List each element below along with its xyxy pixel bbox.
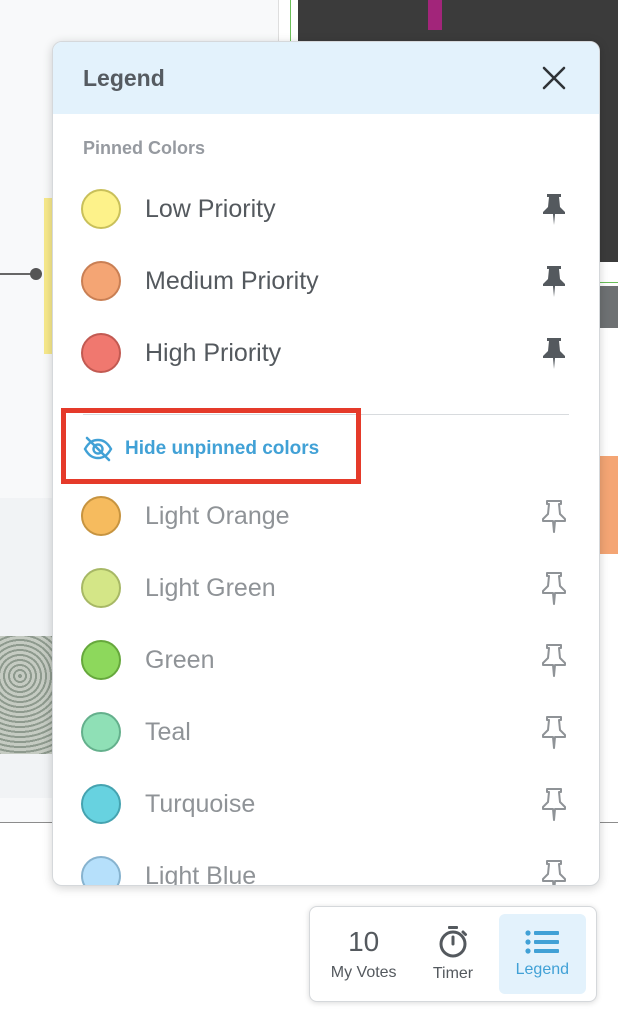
canvas-image-fragment [0, 636, 52, 754]
pin-outline-icon [542, 860, 566, 885]
legend-header: Legend [53, 42, 599, 114]
eye-slash-icon [83, 436, 113, 462]
timer-label: Timer [432, 965, 474, 982]
color-label: Medium Priority [145, 266, 319, 295]
pinned-colors-label: Pinned Colors [83, 138, 206, 158]
list-icon [525, 930, 560, 954]
color-swatch [81, 333, 121, 373]
color-swatch [81, 640, 121, 680]
pin-button[interactable] [537, 189, 571, 229]
color-label: Low Priority [145, 194, 276, 223]
color-swatch [81, 568, 121, 608]
color-label: Light Blue [145, 861, 257, 886]
canvas-connector-dot [30, 268, 42, 280]
legend-row-teal[interactable]: Teal [81, 708, 571, 756]
pin-outline-icon [542, 500, 566, 533]
pin-filled-icon [543, 338, 565, 369]
hide-unpinned-toggle[interactable]: Hide unpinned colors [83, 432, 319, 466]
legend-row-light-blue[interactable]: Light Blue [81, 852, 571, 886]
legend-row-light-orange[interactable]: Light Orange [81, 492, 571, 540]
bottom-toolbar: 10 My Votes Timer Legend [309, 906, 597, 1002]
pin-button[interactable] [537, 333, 571, 373]
legend-panel: Legend Pinned Colors Low Priority Medium… [52, 41, 600, 886]
votes-count: 10 [348, 926, 380, 957]
color-label: Green [145, 645, 215, 674]
my-votes-button[interactable]: 10 My Votes [320, 914, 407, 994]
legend-label: Legend [515, 961, 570, 978]
pin-button[interactable] [537, 261, 571, 301]
pin-outline-icon [542, 788, 566, 821]
pin-button[interactable] [537, 784, 571, 824]
close-icon [542, 66, 566, 90]
legend-button[interactable]: Legend [498, 914, 586, 994]
legend-row-green[interactable]: Green [81, 636, 571, 684]
color-label: Light Orange [145, 501, 290, 530]
color-swatch [81, 496, 121, 536]
legend-row-light-green[interactable]: Light Green [81, 564, 571, 612]
my-votes-label: My Votes [330, 964, 397, 981]
close-button[interactable] [539, 63, 569, 93]
section-divider [83, 414, 569, 415]
color-swatch [81, 856, 121, 885]
legend-row-medium-priority[interactable]: Medium Priority [81, 257, 571, 305]
color-label: Turquoise [145, 789, 256, 818]
pin-outline-icon [542, 572, 566, 605]
pin-button[interactable] [537, 712, 571, 752]
legend-row-high-priority[interactable]: High Priority [81, 329, 571, 377]
color-swatch [81, 712, 121, 752]
pin-button[interactable] [537, 568, 571, 608]
legend-row-turquoise[interactable]: Turquoise [81, 780, 571, 828]
color-swatch [81, 189, 121, 229]
pin-outline-icon [542, 716, 566, 749]
pin-button[interactable] [537, 496, 571, 536]
canvas-sticky-edge [44, 198, 52, 354]
legend-row-low-priority[interactable]: Low Priority [81, 185, 571, 233]
timer-button[interactable]: Timer [409, 914, 496, 994]
color-label: High Priority [145, 338, 282, 367]
pin-filled-icon [543, 266, 565, 297]
color-swatch [81, 784, 121, 824]
color-label: Light Green [145, 573, 276, 602]
stopwatch-icon [439, 926, 467, 958]
pin-outline-icon [542, 644, 566, 677]
hide-unpinned-label: Hide unpinned colors [125, 438, 320, 459]
pin-filled-icon [543, 194, 565, 225]
color-swatch [81, 261, 121, 301]
color-label: Teal [145, 717, 191, 746]
pin-button[interactable] [537, 640, 571, 680]
legend-title: Legend [83, 64, 165, 91]
pin-button[interactable] [537, 856, 571, 885]
